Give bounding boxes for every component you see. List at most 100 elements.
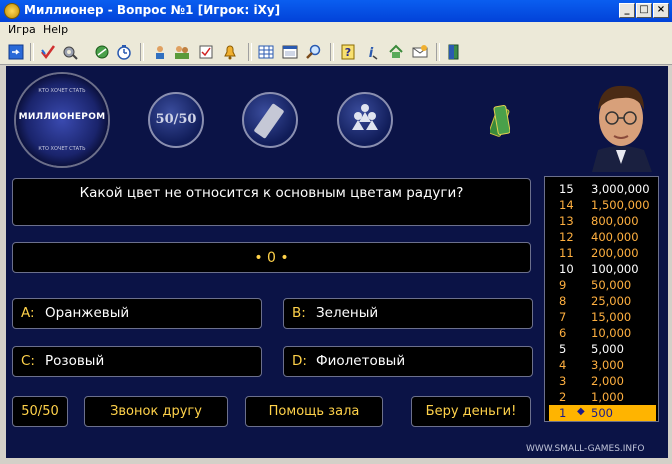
title-bar[interactable]: Миллионер - Вопрос №1 [Игрок: iXy] _ □ × [0,0,672,22]
ladder-level: 15 [559,182,574,196]
ladder-amount: 15,000 [591,310,632,324]
current-level-marker-icon: ◆ [577,406,585,417]
lifeline-phone-friend[interactable] [242,92,298,148]
fifty-fifty-label: 50/50 [155,112,197,127]
ladder-amount: 800,000 [591,214,639,228]
toolbar-separator [436,43,440,61]
menu-help[interactable]: Help [43,23,68,36]
close-button[interactable]: × [653,3,669,18]
ladder-row: 1 ◆ 500 [549,405,656,421]
mail-icon[interactable] [412,44,428,60]
ladder-row: 8 25,000 [549,293,656,309]
document-icon[interactable] [198,44,214,60]
search-icon[interactable] [306,44,322,60]
ladder-level: 1 [559,406,567,420]
ladder-level: 9 [559,278,567,292]
players-icon[interactable] [174,44,190,60]
bell-icon[interactable] [222,44,238,60]
ladder-amount: 200,000 [591,246,639,260]
ladder-row: 12 400,000 [549,229,656,245]
menu-game[interactable]: Игра [8,23,36,36]
ladder-row: 2 1,000 [549,389,656,405]
answer-b-letter: B: [292,305,306,321]
toolbar-separator [330,43,334,61]
minimize-button[interactable]: _ [619,3,635,18]
ladder-row: 11 200,000 [549,245,656,261]
timer-icon[interactable] [116,44,132,60]
ladder-amount: 1,500,000 [591,198,650,212]
ladder-row: 5 5,000 [549,341,656,357]
ladder-row: 7 15,000 [549,309,656,325]
toolbar-separator [140,43,144,61]
ladder-amount: 500 [591,406,613,420]
answer-a-button[interactable]: A: Оранжевый [12,298,262,329]
prize-ladder: 15 3,000,000 14 1,500,000 13 800,000 12 400,000… [544,176,659,422]
check-icon[interactable] [40,44,56,60]
lifeline-ask-audience[interactable] [337,92,393,148]
ladder-row: 14 1,500,000 [549,197,656,213]
logo-ring-bottom: КТО ХОЧЕТ СТАТЬ [38,146,86,152]
ladder-row: 10 100,000 [549,261,656,277]
maximize-button[interactable]: □ [636,3,652,18]
ladder-amount: 3,000,000 [591,182,650,196]
ladder-level: 8 [559,294,567,308]
new-game-icon[interactable] [8,44,24,60]
fifty-fifty-button[interactable]: 50/50 [12,396,68,427]
audience-icon [352,104,378,130]
question-text: Какой цвет не относится к основным цвета… [79,185,464,201]
lifeline-fifty-fifty[interactable]: 50/50 [148,92,204,148]
exit-icon[interactable] [446,44,462,60]
toolbar-separator [248,43,252,61]
status-panel: • 0 • [12,242,531,273]
answer-d-letter: D: [292,353,307,369]
phone-icon [253,103,285,139]
ladder-amount: 25,000 [591,294,632,308]
ladder-level: 12 [559,230,574,244]
game-area: КТО ХОЧЕТ СТАТЬ МИЛЛИОНЕРОМ КТО ХОЧЕТ СТ… [6,66,668,458]
logo-ring-top: КТО ХОЧЕТ СТАТЬ [38,88,86,94]
svg-text:?: ? [345,46,351,59]
answer-c-button[interactable]: C: Розовый [12,346,262,377]
ladder-row: 6 10,000 [549,325,656,341]
ladder-level: 6 [559,326,567,340]
ladder-level: 11 [559,246,574,260]
ladder-amount: 1,000 [591,390,624,404]
call-friend-button[interactable]: Звонок другу [84,396,228,427]
toolbar: ? i [0,40,672,65]
answer-d-text: Фиолетовый [316,353,406,369]
help-icon[interactable]: ? [340,44,356,60]
answer-c-text: Розовый [45,353,105,369]
home-icon[interactable] [388,44,404,60]
network-icon[interactable] [94,44,110,60]
info-icon[interactable]: i [364,44,380,60]
answer-a-letter: A: [21,305,35,321]
ladder-amount: 10,000 [591,326,632,340]
millionaire-logo: КТО ХОЧЕТ СТАТЬ МИЛЛИОНЕРОМ КТО ХОЧЕТ СТ… [16,74,108,166]
answer-c-letter: C: [21,353,35,369]
ladder-level: 13 [559,214,574,228]
ladder-row: 4 3,000 [549,357,656,373]
host-portrait [578,72,664,172]
app-window: Миллионер - Вопрос №1 [Игрок: iXy] _ □ ×… [0,0,672,464]
ladder-amount: 2,000 [591,374,624,388]
money-icon [490,104,510,137]
ladder-row: 13 800,000 [549,213,656,229]
ladder-row: 9 50,000 [549,277,656,293]
answer-a-text: Оранжевый [45,305,130,321]
ladder-amount: 400,000 [591,230,639,244]
player-icon[interactable] [152,44,168,60]
ladder-amount: 50,000 [591,278,632,292]
settings-icon[interactable] [62,44,78,60]
ladder-level: 7 [559,310,567,324]
answer-b-text: Зеленый [316,305,379,321]
take-money-button[interactable]: Беру деньги! [411,396,531,427]
ask-audience-button[interactable]: Помощь зала [245,396,383,427]
ladder-level: 4 [559,358,567,372]
answer-d-button[interactable]: D: Фиолетовый [283,346,533,377]
window-icon[interactable] [282,44,298,60]
menu-bar: Игра Help [0,22,672,40]
table-icon[interactable] [258,44,274,60]
answer-b-button[interactable]: B: Зеленый [283,298,533,329]
ladder-amount: 100,000 [591,262,639,276]
ladder-level: 3 [559,374,567,388]
